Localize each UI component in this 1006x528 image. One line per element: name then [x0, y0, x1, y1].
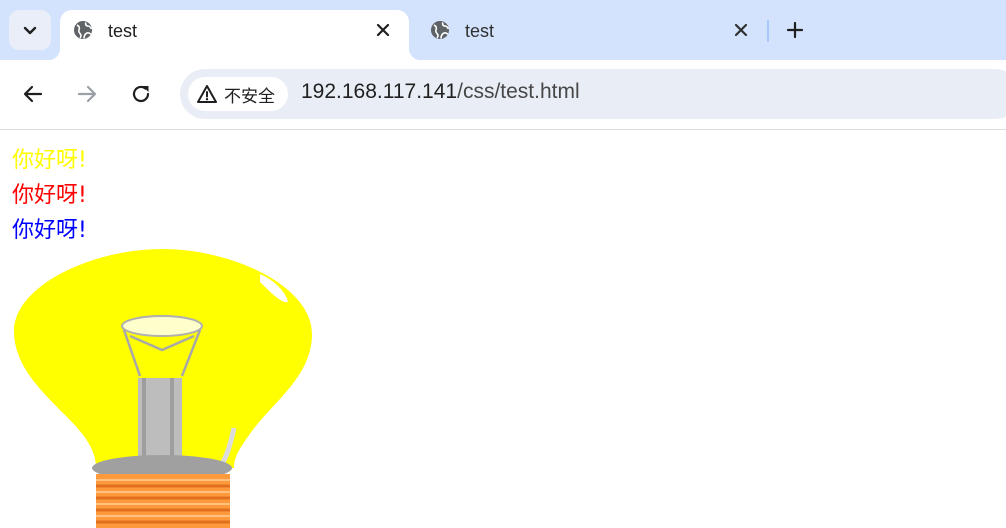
url-text[interactable]: 192.168.117.141/css/test.html — [301, 80, 580, 104]
new-tab-button[interactable] — [780, 15, 810, 45]
tab-close-button[interactable] — [371, 18, 395, 42]
back-button[interactable] — [19, 80, 47, 108]
tab-inactive[interactable]: test — [417, 10, 767, 60]
reload-icon — [132, 85, 150, 103]
warning-icon — [197, 85, 217, 103]
address-bar[interactable]: 不安全 192.168.117.141/css/test.html — [180, 69, 1006, 119]
close-icon — [376, 23, 390, 37]
tab-strip: test test — [0, 0, 1006, 60]
tab-title: test — [465, 21, 495, 41]
tab-close-button[interactable] — [729, 18, 753, 42]
forward-button[interactable] — [73, 80, 101, 108]
page-content: 你好呀! 你好呀! 你好呀! — [0, 130, 1006, 528]
tab-title: test — [108, 21, 138, 41]
close-icon — [734, 23, 748, 37]
security-label: 不安全 — [224, 86, 275, 107]
globe-icon — [431, 21, 450, 39]
url-host: 192.168.117.141 — [301, 80, 458, 103]
greeting-yellow: 你好呀! — [12, 148, 87, 173]
tab-active[interactable]: test — [48, 10, 421, 60]
greeting-blue: 你好呀! — [12, 218, 87, 243]
reload-button[interactable] — [127, 80, 155, 108]
browser-toolbar: 不安全 192.168.117.141/css/test.html — [0, 60, 1006, 130]
arrow-right-icon — [77, 85, 97, 103]
chevron-down-icon — [23, 26, 37, 35]
light-bulb-image — [14, 249, 312, 528]
plus-icon — [786, 21, 804, 39]
greeting-red: 你好呀! — [12, 183, 87, 208]
tab-separator — [767, 20, 769, 42]
globe-icon — [74, 21, 93, 39]
security-indicator[interactable]: 不安全 — [188, 77, 288, 111]
url-path: /css/test.html — [457, 80, 580, 103]
arrow-left-icon — [23, 85, 43, 103]
tab-search-button[interactable] — [9, 10, 51, 50]
